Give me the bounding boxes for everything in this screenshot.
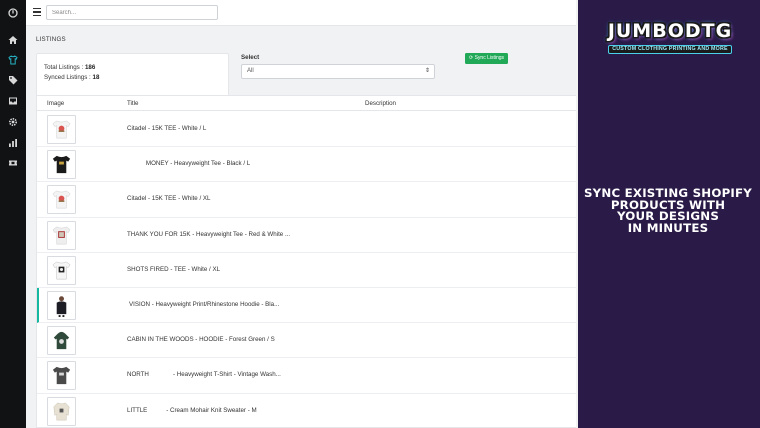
gear-icon[interactable] [7, 116, 19, 128]
total-listings: Total Listings : 186 [44, 63, 221, 73]
table-row[interactable]: SHOTS FIRED - TEE - White / XL [37, 253, 576, 288]
total-listings-value: 186 [84, 64, 96, 71]
product-thumbnail [47, 220, 76, 250]
product-thumbnail [47, 396, 76, 426]
table-row[interactable]: Citadel - 15K TEE - White / XL [37, 182, 576, 218]
product-thumbnail [47, 115, 76, 144]
jumbodtg-logo: JUMBODTG CUSTOM CLOTHING PRINTING AND MO… [606, 20, 734, 56]
column-header-image: Image [47, 100, 65, 107]
sync-listings-button[interactable]: ⟳ Sync Listings [465, 53, 509, 64]
product-title: MONEY - Heavyweight Tee - Black / L [127, 160, 251, 168]
power-icon[interactable] [7, 7, 19, 19]
sidebar [0, 0, 26, 428]
table-row[interactable]: LITTLE - Cream Mohair Knit Sweater - M [37, 394, 576, 427]
home-icon[interactable] [7, 34, 19, 46]
column-header-title: Title [127, 100, 139, 107]
product-thumbnail [47, 150, 76, 180]
filter-select[interactable]: All ⇕ [241, 64, 435, 79]
table-row[interactable]: NORTH - Heavyweight T-Shirt - Vintage Wa… [37, 358, 576, 394]
product-title: Citadel - 15K TEE - White / L [127, 125, 207, 132]
main-content: LISTINGS Total Listings : 186 Synced Lis… [26, 27, 576, 428]
ticket-icon[interactable] [7, 157, 19, 169]
page-title: LISTINGS [36, 36, 66, 43]
product-title: SHOTS FIRED - TEE - White / XL [127, 265, 221, 273]
search-input[interactable] [46, 5, 218, 20]
tag-icon[interactable] [7, 74, 19, 86]
table-row[interactable]: Citadel - 15K TEE - White / L [37, 112, 576, 148]
table-header: Image Title Description [37, 96, 576, 111]
product-title: Citadel - 15K TEE - White / XL [127, 195, 211, 203]
product-thumbnail [47, 291, 76, 320]
product-title: THANK YOU FOR 15K - Heavyweight Tee - Re… [127, 230, 291, 238]
shirt-icon[interactable] [7, 54, 19, 66]
product-thumbnail [47, 255, 76, 285]
product-thumbnail [47, 361, 76, 391]
product-thumbnail [47, 326, 76, 356]
listings-table: Image Title Description Citadel - 15K TE… [36, 95, 576, 428]
synced-listings-value: 18 [92, 73, 100, 81]
product-title: VISION - Heavyweight Print/Rhinestone Ho… [129, 301, 280, 308]
select-arrows-icon: ⇕ [424, 68, 430, 74]
column-header-description: Description [365, 100, 396, 107]
product-title: LITTLE - Cream Mohair Knit Sweater - M [127, 406, 257, 414]
promo-headline: Sync existing Shopify products with your… [576, 187, 760, 235]
promo-line: in minutes [627, 220, 709, 235]
top-bar [26, 0, 576, 26]
product-thumbnail [47, 185, 76, 215]
hamburger-menu-icon[interactable] [33, 8, 41, 16]
promo-panel: JUMBODTG CUSTOM CLOTHING PRINTING AND MO… [576, 0, 760, 428]
table-row[interactable]: THANK YOU FOR 15K - Heavyweight Tee - Re… [37, 218, 576, 253]
logo-wordmark: JUMBODTG [607, 20, 733, 42]
synced-listings: Synced Listings : 18 [44, 73, 221, 83]
synced-listings-label: Synced Listings : [44, 73, 93, 81]
inbox-icon[interactable] [7, 95, 19, 107]
total-listings-label: Total Listings : [44, 64, 85, 71]
filter-label: Select [241, 54, 260, 61]
product-title: NORTH - Heavyweight T-Shirt - Vintage Wa… [127, 371, 281, 379]
table-row[interactable]: CABIN IN THE WOODS - HOODIE - Forest Gre… [37, 323, 576, 359]
filter-selected-value: All [247, 68, 254, 74]
bar-chart-icon[interactable] [7, 137, 19, 149]
table-row[interactable]: MONEY - Heavyweight Tee - Black / L [37, 147, 576, 183]
table-row[interactable]: VISION - Heavyweight Print/Rhinestone Ho… [37, 288, 576, 324]
logo-tagline: CUSTOM CLOTHING PRINTING AND MORE [608, 45, 732, 54]
product-title: CABIN IN THE WOODS - HOODIE - Forest Gre… [127, 336, 275, 344]
